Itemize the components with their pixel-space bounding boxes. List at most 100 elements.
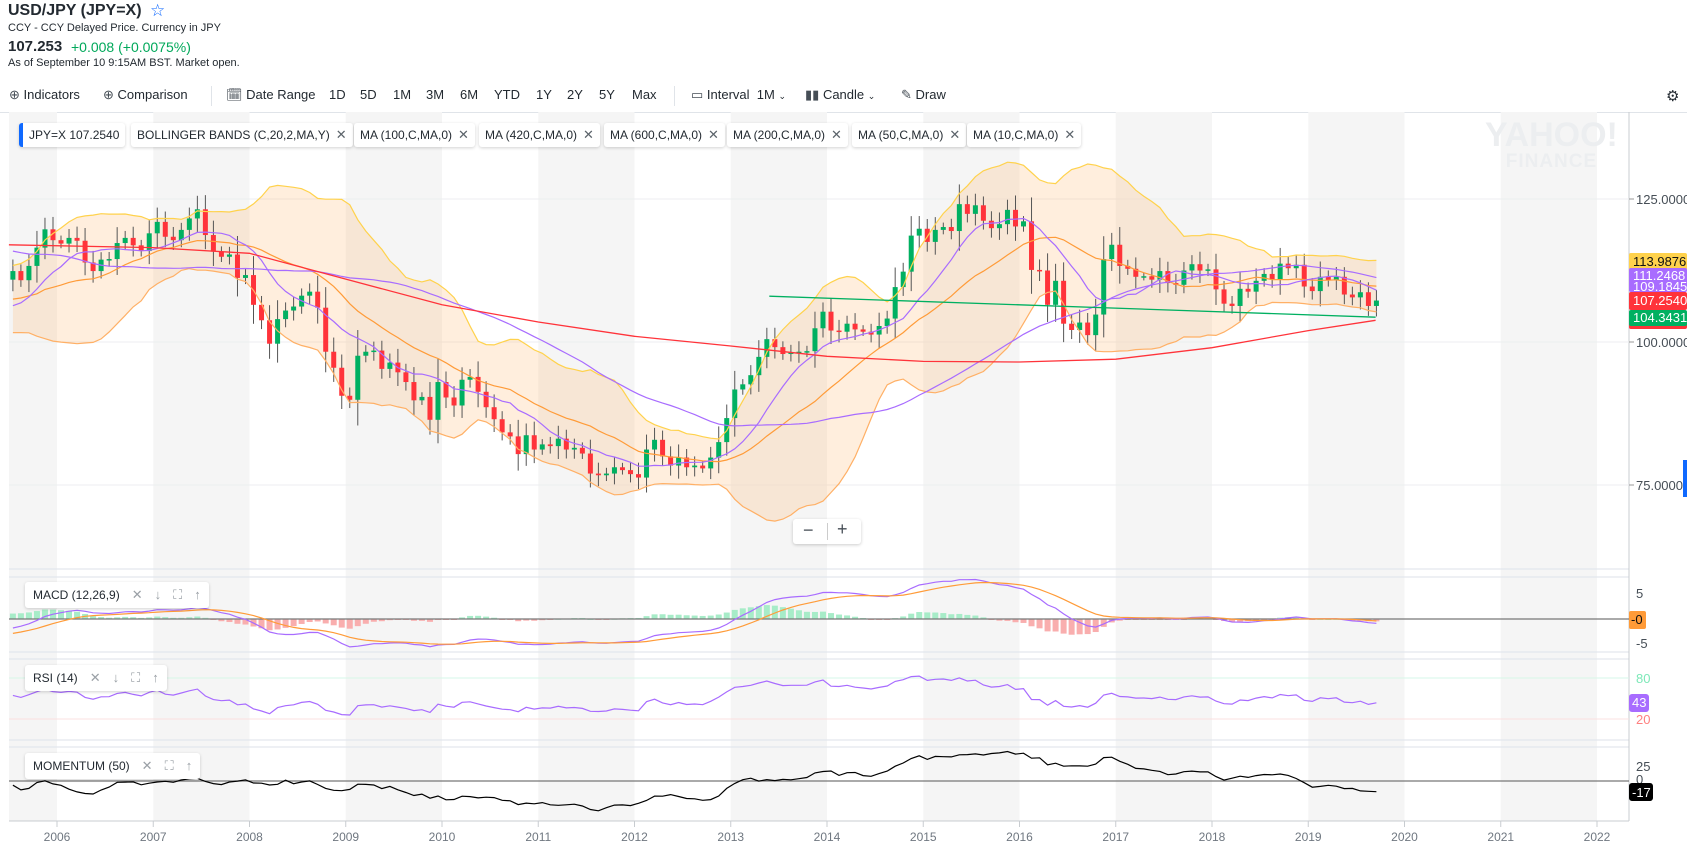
zoom-out-button[interactable]: − [803, 520, 814, 541]
candle-body [1373, 300, 1379, 306]
arrow-up-icon[interactable]: ↑ [186, 758, 193, 773]
candle-body [210, 235, 216, 252]
candle-body [611, 467, 617, 474]
ma-value: 109.1845 [1633, 279, 1687, 294]
candle-body [740, 384, 746, 390]
arrow-down-icon[interactable]: ↓ [155, 587, 162, 602]
candle-body [1221, 289, 1227, 304]
close-icon[interactable]: ✕ [583, 127, 594, 142]
candle-body [571, 447, 577, 450]
x-tick-label: 2022 [1584, 830, 1611, 844]
close-icon[interactable]: ✕ [142, 758, 153, 773]
candle-body [1229, 303, 1235, 306]
candle-body [1141, 276, 1147, 278]
tag-ma-200[interactable]: MA (200,C,MA,0) ✕ [727, 123, 848, 147]
candle-body [411, 382, 417, 401]
candle-body [988, 220, 994, 229]
candle-body [242, 275, 248, 278]
candle-body [555, 438, 561, 447]
expand-icon[interactable]: ⛶ [173, 587, 182, 602]
scroll-handle[interactable] [1683, 460, 1687, 497]
close-icon[interactable]: ✕ [132, 587, 143, 602]
green-ma-value: 104.3431 [1633, 310, 1687, 325]
close-icon[interactable]: ✕ [1064, 127, 1075, 142]
candle-body [676, 457, 682, 466]
candle-body [18, 271, 24, 281]
y-tick-label: 125.0000 [1636, 192, 1687, 207]
candle-body [339, 367, 345, 396]
watermark-line: FINANCE [1505, 151, 1598, 172]
candle-body [884, 318, 890, 326]
candle-body [820, 311, 826, 329]
candle-body [499, 419, 505, 433]
macd-tick-label: -5 [1636, 636, 1648, 651]
candle-body [283, 310, 289, 320]
candle-body [539, 444, 545, 450]
candle-body [1357, 292, 1363, 298]
x-tick-label: 2021 [1487, 830, 1514, 844]
macd-histogram-bar [924, 612, 931, 619]
close-icon[interactable]: ✕ [831, 127, 842, 142]
macd-histogram-bar [795, 610, 802, 619]
arrow-up-icon[interactable]: ↑ [194, 587, 201, 602]
tag-ma-100[interactable]: MA (100,C,MA,0) ✕ [354, 123, 475, 147]
zoom-divider [827, 523, 828, 540]
close-icon[interactable]: ✕ [458, 127, 469, 142]
candle-body [1012, 209, 1018, 227]
x-tick-label: 2007 [140, 830, 167, 844]
tag-ma-420[interactable]: MA (420,C,MA,0) ✕ [479, 123, 600, 147]
tag-label: MA (600,C,MA,0) [610, 128, 703, 142]
tag-bollinger[interactable]: BOLLINGER BANDS (C,20,2,MA,Y) ✕ [131, 123, 353, 147]
x-axis: 2006 2007 2008 2009 2010 2011 2012 2013 2014 2015… [44, 821, 1611, 844]
macd-histogram-bar [932, 612, 939, 619]
rsi-panel-label: RSI (14) ✕ ↓ ⛶ ↑ [25, 665, 167, 691]
candle-body [1317, 276, 1323, 292]
candle-body [595, 473, 601, 476]
x-tick-label: 2006 [44, 830, 71, 844]
candle-body [980, 205, 986, 221]
tag-symbol[interactable]: JPY=X 107.2540 [19, 123, 126, 147]
macd-histogram-bar [916, 612, 923, 619]
candle-body [772, 339, 778, 348]
macd-histogram-bar [234, 619, 241, 624]
candle-body [491, 407, 497, 420]
y-tick-label: 100.0000 [1636, 335, 1687, 350]
macd-histogram-bar [330, 619, 337, 626]
expand-icon[interactable]: ⛶ [165, 758, 174, 773]
macd-histogram-bar [836, 614, 843, 619]
candle-body [1021, 221, 1027, 227]
candle-body [660, 439, 666, 457]
candle-body [780, 347, 786, 355]
candle-body [1037, 269, 1043, 272]
candle-body [1365, 292, 1371, 306]
candle-body [636, 474, 642, 478]
tag-ma-10[interactable]: MA (10,C,MA,0) ✕ [967, 123, 1082, 147]
candle-body [387, 362, 393, 369]
candle-body [154, 221, 160, 234]
candle-body [427, 396, 433, 420]
tag-ma-50[interactable]: MA (50,C,MA,0) ✕ [852, 123, 967, 147]
candle-body [692, 465, 698, 468]
candle-body [315, 291, 321, 308]
arrow-down-icon[interactable]: ↓ [113, 670, 120, 685]
year-band [1308, 112, 1405, 821]
macd-histogram-bar [1068, 619, 1075, 635]
candle-body [1205, 269, 1211, 271]
close-icon[interactable]: ✕ [949, 127, 960, 142]
candle [916, 216, 922, 249]
candle-body [483, 391, 489, 408]
macd-histogram-bar [731, 609, 738, 619]
candle-body [507, 432, 513, 437]
candle-body [603, 473, 609, 476]
zoom-in-button[interactable]: + [837, 519, 848, 540]
tag-ma-600[interactable]: MA (600,C,MA,0) ✕ [604, 123, 725, 147]
close-icon[interactable]: ✕ [708, 127, 719, 142]
macd-histogram-bar [819, 611, 826, 619]
close-icon[interactable]: ✕ [336, 127, 347, 142]
candle-body [860, 329, 866, 332]
close-icon[interactable]: ✕ [90, 670, 101, 685]
arrow-up-icon[interactable]: ↑ [152, 670, 159, 685]
expand-icon[interactable]: ⛶ [131, 670, 140, 685]
candle-body [218, 251, 224, 257]
candle-body [812, 328, 818, 352]
